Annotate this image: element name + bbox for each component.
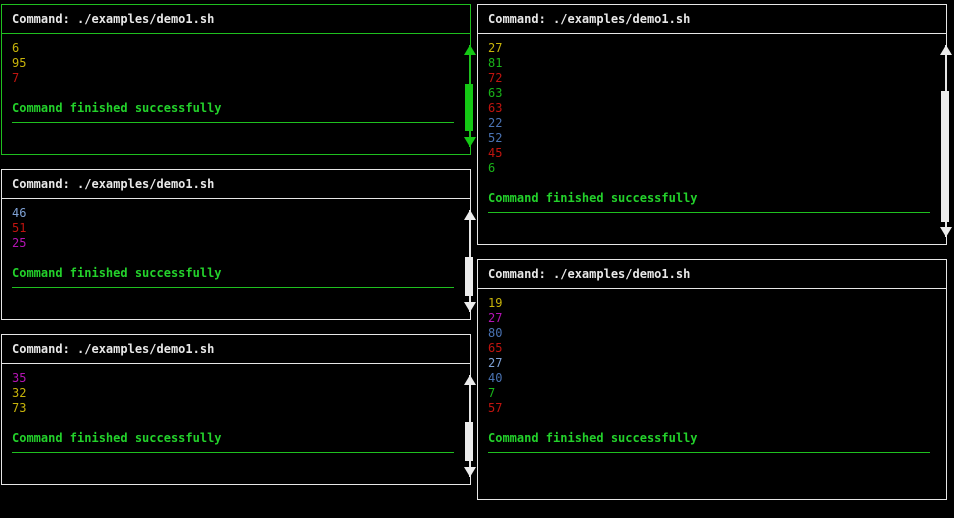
separator-line (12, 452, 454, 453)
scrollbar[interactable] (464, 375, 476, 477)
output-line: 22 (488, 116, 503, 130)
pane-output: 19 27 80 65 27 40 7 57 Command finished successf… (488, 296, 930, 453)
terminal-pane[interactable]: Command: ./examples/demo1.sh 6 95 7 Command… (1, 4, 476, 155)
pane-title: Command: ./examples/demo1.sh (478, 260, 946, 289)
output-line: 72 (488, 71, 503, 85)
output-line: 81 (488, 56, 503, 70)
output-line: 63 (488, 101, 503, 115)
output-line: 7 (12, 71, 20, 85)
pane-output: 35 32 73 Command finished successfully (12, 371, 454, 453)
terminal-pane[interactable]: Command: ./examples/demo1.sh 35 32 73 Comma… (1, 334, 476, 485)
output-line: 57 (488, 401, 503, 415)
status-message: Command finished successfully (12, 266, 222, 280)
terminal-pane[interactable]: Command: ./examples/demo1.sh 19 27 80 65 27 4… (477, 259, 947, 500)
pane-output: 6 95 7 Command finished successfully (12, 41, 454, 123)
output-line: 40 (488, 371, 503, 385)
output-line: 6 (488, 161, 496, 175)
scroll-up-arrow-icon[interactable] (464, 375, 476, 385)
scrollbar-thumb[interactable] (941, 90, 949, 222)
scroll-up-arrow-icon[interactable] (464, 210, 476, 220)
output-line: 25 (12, 236, 27, 250)
status-message: Command finished successfully (12, 101, 222, 115)
terminal-pane[interactable]: Command: ./examples/demo1.sh 27 81 72 63 63 2… (477, 4, 952, 245)
scroll-down-arrow-icon[interactable] (464, 137, 476, 147)
output-line: 6 (12, 41, 20, 55)
pane-output: 27 81 72 63 63 22 52 45 6 Command finished succes… (488, 41, 930, 213)
output-line: 19 (488, 296, 503, 310)
scroll-down-arrow-icon[interactable] (940, 227, 952, 237)
output-line: 7 (488, 386, 496, 400)
output-line: 27 (488, 356, 503, 370)
separator-line (12, 122, 454, 123)
output-line: 35 (12, 371, 27, 385)
scrollbar-thumb[interactable] (465, 422, 473, 462)
output-line: 32 (12, 386, 27, 400)
pane-title: Command: ./examples/demo1.sh (2, 170, 470, 199)
output-line: 51 (12, 221, 27, 235)
scrollbar[interactable] (940, 45, 952, 237)
pane-title: Command: ./examples/demo1.sh (2, 5, 470, 34)
output-line: 73 (12, 401, 27, 415)
output-line: 52 (488, 131, 503, 145)
output-line: 27 (488, 311, 503, 325)
output-line: 95 (12, 56, 27, 70)
scroll-down-arrow-icon[interactable] (464, 302, 476, 312)
separator-line (12, 287, 454, 288)
scrollbar[interactable] (464, 210, 476, 312)
output-line: 27 (488, 41, 503, 55)
separator-line (488, 212, 930, 213)
pane-title: Command: ./examples/demo1.sh (478, 5, 946, 34)
scroll-down-arrow-icon[interactable] (464, 467, 476, 477)
pane-title: Command: ./examples/demo1.sh (2, 335, 470, 364)
output-line: 65 (488, 341, 503, 355)
scrollbar-thumb[interactable] (465, 84, 473, 132)
pane-output: 46 51 25 Command finished successfully (12, 206, 454, 288)
terminal-pane[interactable]: Command: ./examples/demo1.sh 46 51 25 Comma… (1, 169, 476, 320)
status-message: Command finished successfully (488, 191, 698, 205)
output-line: 46 (12, 206, 27, 220)
scrollbar-thumb[interactable] (465, 257, 473, 297)
separator-line (488, 452, 930, 453)
scrollbar[interactable] (464, 45, 476, 147)
scroll-up-arrow-icon[interactable] (464, 45, 476, 55)
status-message: Command finished successfully (12, 431, 222, 445)
output-line: 63 (488, 86, 503, 100)
status-message: Command finished successfully (488, 431, 698, 445)
scroll-up-arrow-icon[interactable] (940, 45, 952, 55)
output-line: 80 (488, 326, 503, 340)
output-line: 45 (488, 146, 503, 160)
